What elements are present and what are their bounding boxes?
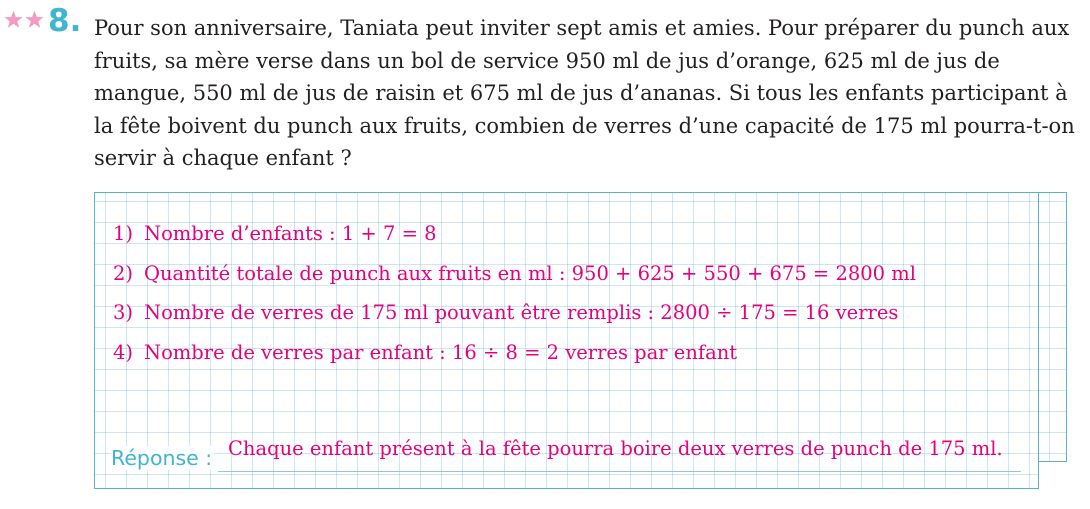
solution-steps: 1) Nombre d’enfants : 1 + 7 = 8 2) Quant… xyxy=(113,214,916,372)
step-number: 1) xyxy=(113,222,134,245)
exercise-header: 8. xyxy=(4,4,81,38)
answer-line[interactable] xyxy=(218,471,1021,472)
step-text: Quantité totale de punch aux fruits en m… xyxy=(144,261,917,285)
answer-label: Réponse : xyxy=(111,446,215,470)
question-text: Pour son anniversaire, Taniata peut invi… xyxy=(94,16,1075,170)
solution-step: 4) Nombre de verres par enfant : 16 ÷ 8 … xyxy=(113,333,916,373)
solution-step: 1) Nombre d’enfants : 1 + 7 = 8 xyxy=(113,214,916,254)
grid-answer-area-extension xyxy=(1038,192,1067,462)
step-number: 4) xyxy=(113,340,134,364)
exercise-number: 8. xyxy=(48,3,82,39)
solution-step: 2) Quantité totale de punch aux fruits e… xyxy=(113,254,916,294)
answer-text: Chaque enfant présent à la fête pourra b… xyxy=(228,437,1003,460)
step-text: Nombre de verres par enfant : 16 ÷ 8 = 2… xyxy=(144,340,738,364)
star-icon xyxy=(25,10,44,28)
solution-step: 3) Nombre de verres de 175 ml pouvant êt… xyxy=(113,293,916,333)
step-number: 3) xyxy=(113,301,134,324)
star-icon xyxy=(4,10,23,28)
difficulty-stars xyxy=(4,10,46,29)
step-number: 2) xyxy=(113,261,134,285)
step-text: Nombre de verres de 175 ml pouvant être … xyxy=(144,301,899,324)
step-text: Nombre d’enfants : 1 + 7 = 8 xyxy=(144,222,437,245)
